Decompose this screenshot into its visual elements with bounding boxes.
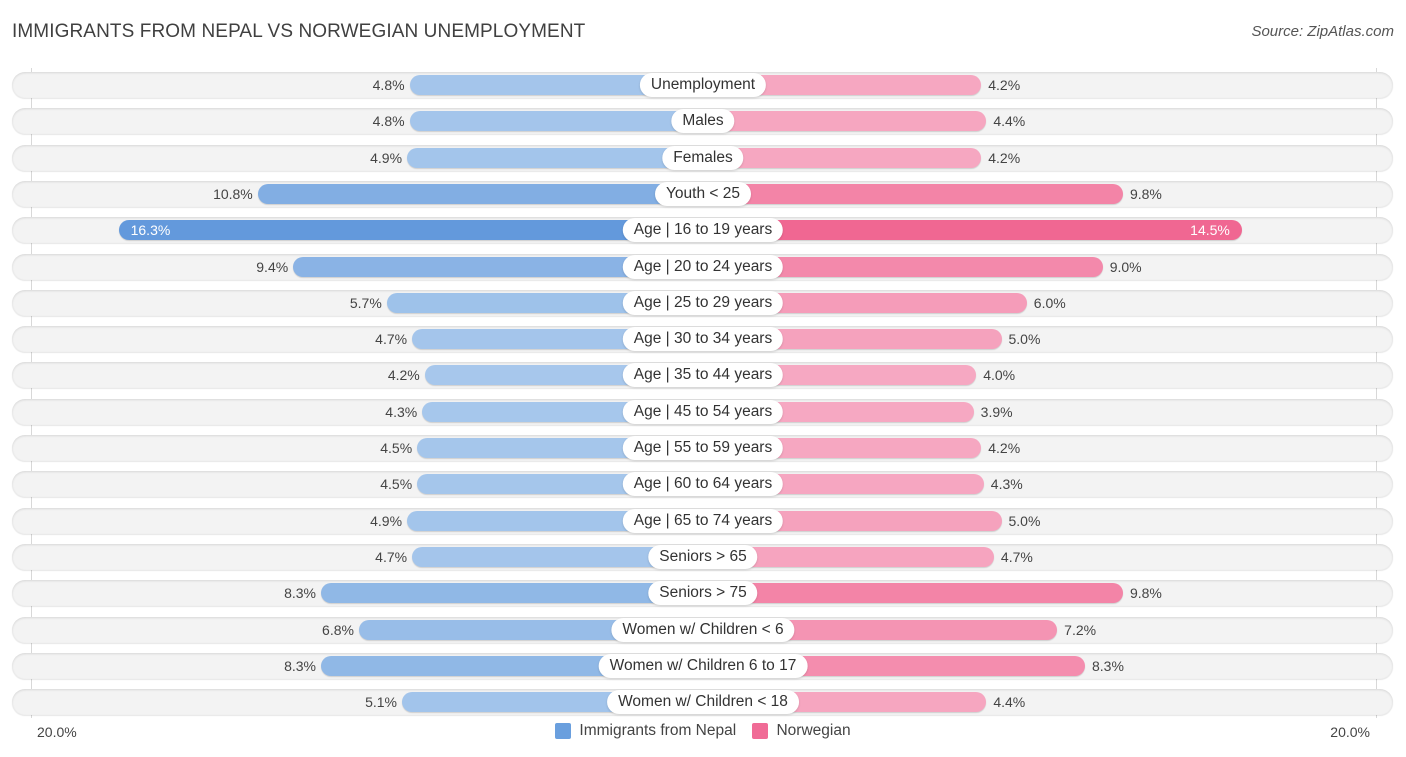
value-label-norwegian: 4.0% xyxy=(983,367,1016,384)
legend-swatch-nepal xyxy=(555,723,572,739)
value-label-nepal: 4.5% xyxy=(380,440,413,456)
value-label-nepal: 8.3% xyxy=(284,585,317,602)
bar-nepal[interactable] xyxy=(118,220,703,241)
bar-norwegian[interactable] xyxy=(703,183,1123,204)
legend: Immigrants from Nepal Norwegian xyxy=(0,722,1406,744)
category-label: Women w/ Children 6 to 17 xyxy=(598,653,808,678)
value-label-norwegian: 4.4% xyxy=(993,113,1026,130)
value-label-nepal: 5.1% xyxy=(365,694,397,711)
value-label-norwegian: 8.3% xyxy=(1091,657,1124,674)
legend-item-nepal[interactable]: Immigrants from Nepal xyxy=(555,722,736,740)
category-label: Age | 20 to 24 years xyxy=(622,254,784,279)
bar-nepal[interactable] xyxy=(409,111,703,132)
category-label: Females xyxy=(662,145,744,170)
category-label: Women w/ Children < 18 xyxy=(607,690,799,715)
value-label-nepal: 8.3% xyxy=(284,657,317,674)
value-label-nepal: 9.4% xyxy=(256,258,289,275)
value-label-norwegian: 5.0% xyxy=(1008,512,1041,529)
bar-nepal[interactable] xyxy=(407,147,703,168)
legend-swatch-norwegian xyxy=(752,723,769,739)
value-label-nepal: 5.7% xyxy=(349,294,382,311)
category-label: Age | 35 to 44 years xyxy=(622,363,784,388)
value-label-norwegian: 6.0% xyxy=(1033,294,1066,311)
category-label: Age | 16 to 19 years xyxy=(622,218,784,243)
category-label: Unemployment xyxy=(639,73,767,97)
value-label-nepal: 4.5% xyxy=(380,476,413,493)
legend-label-norwegian: Norwegian xyxy=(776,722,851,739)
category-label: Age | 60 to 64 years xyxy=(622,472,784,497)
value-label-norwegian: 3.9% xyxy=(980,403,1013,420)
category-label: Age | 55 to 59 years xyxy=(622,436,784,460)
value-label-norwegian: 9.8% xyxy=(1129,185,1162,202)
bar-norwegian[interactable] xyxy=(703,583,1123,604)
bar-norwegian[interactable] xyxy=(703,111,987,132)
value-label-norwegian: 7.2% xyxy=(1064,621,1097,638)
legend-item-norwegian[interactable]: Norwegian xyxy=(752,722,851,740)
value-label-norwegian: 5.0% xyxy=(1008,331,1041,348)
bar-nepal[interactable] xyxy=(257,183,703,204)
value-label-nepal: 4.2% xyxy=(387,367,420,384)
value-label-nepal: 10.8% xyxy=(213,185,253,202)
legend-label-nepal: Immigrants from Nepal xyxy=(579,722,737,739)
value-label-nepal: 6.8% xyxy=(322,621,354,638)
value-label-nepal: 4.8% xyxy=(372,77,405,93)
category-label: Age | 25 to 29 years xyxy=(622,290,784,315)
value-label-nepal: 4.3% xyxy=(385,403,418,420)
category-label: Women w/ Children < 6 xyxy=(611,617,795,642)
value-label-norwegian: 4.4% xyxy=(993,694,1026,711)
value-label-norwegian: 4.3% xyxy=(990,476,1023,493)
value-label-nepal: 4.9% xyxy=(370,512,403,529)
category-label: Seniors > 65 xyxy=(648,544,758,569)
category-label: Age | 65 to 74 years xyxy=(622,508,784,533)
value-label-norwegian: 4.2% xyxy=(988,440,1021,456)
value-label-norwegian: 14.5% xyxy=(1190,222,1230,239)
category-label: Age | 30 to 34 years xyxy=(622,327,784,352)
value-label-norwegian: 9.0% xyxy=(1109,258,1142,275)
value-label-nepal: 4.7% xyxy=(375,331,408,348)
bar-norwegian[interactable] xyxy=(703,220,1242,241)
value-label-nepal: 16.3% xyxy=(130,222,171,239)
value-label-norwegian: 9.8% xyxy=(1129,585,1162,602)
category-label: Age | 45 to 54 years xyxy=(622,399,784,424)
category-label: Males xyxy=(671,109,735,134)
bar-nepal[interactable] xyxy=(321,583,703,604)
bar-norwegian[interactable] xyxy=(703,147,982,168)
category-label: Seniors > 75 xyxy=(648,581,758,606)
value-label-norwegian: 4.2% xyxy=(988,77,1021,93)
chart-rows: 4.8% 4.2% Unemployment 4.8% 4.4% Males 4.9% 4.2… xyxy=(0,0,1406,757)
value-label-nepal: 4.9% xyxy=(370,149,403,166)
value-label-norwegian: 4.2% xyxy=(988,149,1021,166)
value-label-norwegian: 4.7% xyxy=(1000,548,1033,565)
value-label-nepal: 4.7% xyxy=(375,548,408,565)
category-label: Youth < 25 xyxy=(655,181,751,206)
value-label-nepal: 4.8% xyxy=(372,113,405,130)
